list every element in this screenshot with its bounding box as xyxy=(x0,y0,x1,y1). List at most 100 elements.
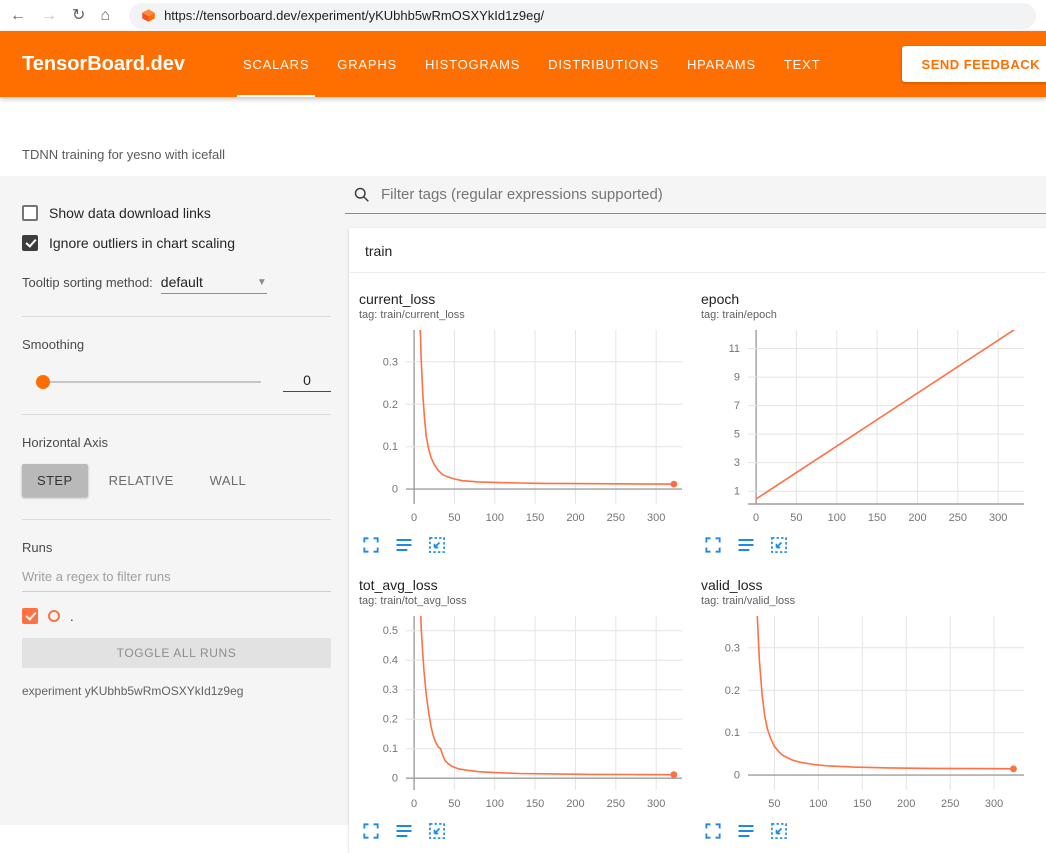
line-chart[interactable]: 05010015020025030000.10.20.30.40.5 xyxy=(359,611,689,817)
line-chart[interactable]: 5010015020025030000.10.20.3 xyxy=(701,611,1031,817)
tab-histograms[interactable]: HISTOGRAMS xyxy=(411,31,534,97)
expand-icon[interactable] xyxy=(703,535,723,555)
chart-tag: tag: train/tot_avg_loss xyxy=(359,595,689,607)
address-bar[interactable]: https://tensorboard.dev/experiment/yKUbh… xyxy=(129,3,1036,29)
settings-sidebar: Show data download links Ignore outliers… xyxy=(0,176,345,825)
svg-text:0: 0 xyxy=(392,773,398,785)
checkbox-icon[interactable] xyxy=(22,205,38,221)
run-color-swatch xyxy=(48,610,60,622)
slider-track xyxy=(36,381,261,383)
svg-text:300: 300 xyxy=(647,512,665,524)
svg-text:0: 0 xyxy=(753,512,759,524)
fit-domain-icon[interactable] xyxy=(427,821,447,841)
svg-text:0.1: 0.1 xyxy=(725,727,740,739)
svg-text:50: 50 xyxy=(448,798,460,810)
tab-graphs[interactable]: GRAPHS xyxy=(323,31,411,97)
svg-text:9: 9 xyxy=(734,372,740,384)
svg-text:50: 50 xyxy=(768,798,780,810)
svg-text:50: 50 xyxy=(448,512,460,524)
svg-text:300: 300 xyxy=(647,798,665,810)
checkbox-icon[interactable] xyxy=(22,235,38,251)
divider xyxy=(22,316,331,317)
divider xyxy=(22,519,331,520)
home-icon[interactable]: ⌂ xyxy=(100,8,110,24)
checkbox-label: Ignore outliers in chart scaling xyxy=(49,235,235,251)
smoothing-value[interactable]: 0 xyxy=(283,372,331,392)
svg-text:0.2: 0.2 xyxy=(383,714,398,726)
svg-text:100: 100 xyxy=(486,512,504,524)
svg-text:200: 200 xyxy=(897,798,915,810)
toggle-y-axis-icon[interactable] xyxy=(394,821,414,841)
expand-icon[interactable] xyxy=(703,821,723,841)
svg-text:0.1: 0.1 xyxy=(383,743,398,755)
run-row[interactable]: . xyxy=(22,608,331,624)
svg-text:11: 11 xyxy=(729,343,740,355)
toggle-y-axis-icon[interactable] xyxy=(394,535,414,555)
wall-button[interactable]: WALL xyxy=(195,464,262,497)
svg-text:50: 50 xyxy=(790,512,802,524)
relative-button[interactable]: RELATIVE xyxy=(94,464,189,497)
forward-icon[interactable]: → xyxy=(41,8,57,24)
toggle-y-axis-icon[interactable] xyxy=(736,821,756,841)
horizontal-axis-buttons: STEP RELATIVE WALL xyxy=(22,464,331,497)
tab-distributions[interactable]: DISTRIBUTIONS xyxy=(534,31,673,97)
svg-text:150: 150 xyxy=(868,512,886,524)
svg-text:150: 150 xyxy=(853,798,871,810)
search-icon xyxy=(353,186,370,203)
slider-knob[interactable] xyxy=(36,375,50,389)
svg-text:100: 100 xyxy=(486,798,504,810)
svg-text:300: 300 xyxy=(985,798,1003,810)
refresh-icon[interactable]: ↻ xyxy=(72,8,85,24)
tooltip-sorting-label: Tooltip sorting method: xyxy=(22,275,153,290)
line-chart[interactable]: 0501001502002503001357911 xyxy=(701,325,1031,531)
svg-text:150: 150 xyxy=(526,512,544,524)
svg-text:1: 1 xyxy=(734,486,740,498)
runs-label: Runs xyxy=(22,540,331,555)
svg-text:0: 0 xyxy=(411,798,417,810)
chart-tag: tag: train/valid_loss xyxy=(701,595,1031,607)
chart-tag: tag: train/epoch xyxy=(701,309,1031,321)
svg-text:200: 200 xyxy=(566,798,584,810)
ignore-outliers-option[interactable]: Ignore outliers in chart scaling xyxy=(22,232,331,254)
fit-domain-icon[interactable] xyxy=(769,535,789,555)
toggle-all-runs-button[interactable]: TOGGLE ALL RUNS xyxy=(22,638,331,668)
toggle-y-axis-icon[interactable] xyxy=(736,535,756,555)
expand-icon[interactable] xyxy=(361,535,381,555)
svg-text:100: 100 xyxy=(809,798,827,810)
line-chart[interactable]: 05010015020025030000.10.20.3 xyxy=(359,325,689,531)
tab-scalars[interactable]: SCALARS xyxy=(229,31,323,97)
run-checkbox[interactable] xyxy=(22,608,38,624)
back-icon[interactable]: ← xyxy=(10,8,26,24)
svg-text:200: 200 xyxy=(908,512,926,524)
tab-hparams[interactable]: HPARAMS xyxy=(673,31,770,97)
tag-filter-row xyxy=(345,176,1046,214)
svg-text:250: 250 xyxy=(607,512,625,524)
run-label: . xyxy=(70,609,74,624)
svg-text:0.1: 0.1 xyxy=(383,441,398,453)
charts-grid: current_loss tag: train/current_loss 050… xyxy=(349,273,1046,853)
send-feedback-button[interactable]: SEND FEEDBACK xyxy=(902,46,1046,82)
checkbox-label: Show data download links xyxy=(49,205,211,221)
svg-text:0.5: 0.5 xyxy=(383,625,398,637)
chart-title: current_loss xyxy=(359,291,689,307)
svg-text:0.3: 0.3 xyxy=(383,356,398,368)
smoothing-row: 0 xyxy=(36,372,331,392)
svg-text:250: 250 xyxy=(941,798,959,810)
divider xyxy=(22,414,331,415)
runs-filter-input[interactable] xyxy=(22,569,331,592)
show-download-links-option[interactable]: Show data download links xyxy=(22,202,331,224)
smoothing-slider[interactable] xyxy=(36,375,261,389)
chart-actions xyxy=(359,535,689,555)
expand-icon[interactable] xyxy=(361,821,381,841)
subheader: TDNN training for yesno with icefall xyxy=(0,97,1046,176)
fit-domain-icon[interactable] xyxy=(769,821,789,841)
smoothing-label: Smoothing xyxy=(22,337,331,352)
tag-filter-input[interactable] xyxy=(379,185,1046,204)
app-header: TensorBoard.dev SCALARS GRAPHS HISTOGRAM… xyxy=(0,31,1046,97)
fit-domain-icon[interactable] xyxy=(427,535,447,555)
tooltip-sorting-dropdown[interactable]: default ▼ xyxy=(161,274,267,294)
tab-text[interactable]: TEXT xyxy=(770,31,834,97)
section-header-train[interactable]: train xyxy=(349,228,1046,273)
chart-card: epoch tag: train/epoch 05010015020025030… xyxy=(701,285,1031,555)
step-button[interactable]: STEP xyxy=(22,464,88,497)
